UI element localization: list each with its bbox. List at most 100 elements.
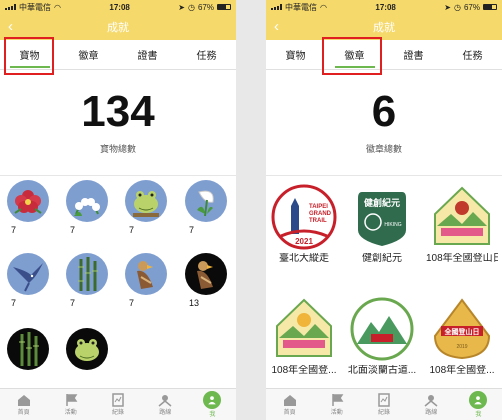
badge-name: 健創紀元: [362, 253, 402, 264]
treasure-item[interactable]: 7: [64, 253, 110, 308]
tab-profile[interactable]: 我: [455, 389, 502, 420]
highlight-box: [322, 37, 382, 75]
calla-lily-icon: [185, 180, 227, 222]
north-face-badge: [349, 296, 415, 362]
tab-events[interactable]: 活動: [47, 389, 94, 420]
status-bar: 中華電信 ◠ 17:08 ➤ ◷ 67%: [0, 0, 236, 14]
tab-events-label: 活動: [330, 410, 343, 416]
treasure-grid: 7 7 7 7 7 7 7 13: [0, 176, 236, 388]
tab-profile-label: 我: [475, 412, 482, 418]
mountain-day-badge: [271, 296, 337, 362]
mountain-day-gold-badge: 全國登山日 2019: [429, 296, 495, 362]
tab-routes[interactable]: 路線: [408, 389, 455, 420]
frog-icon: [125, 180, 167, 222]
tab-events[interactable]: 活動: [313, 389, 360, 420]
tab-events-label: 活動: [64, 410, 77, 416]
tab-profile[interactable]: 我: [189, 389, 236, 420]
page-title: 成就: [373, 22, 395, 34]
tab-records-label: 紀錄: [378, 410, 391, 416]
badge-item[interactable]: 全國登山日 2019 108年全國登...: [426, 296, 498, 378]
treasure-item[interactable]: [64, 328, 110, 373]
treasure-item[interactable]: 7: [123, 180, 169, 235]
tab-records[interactable]: 紀錄: [360, 389, 407, 420]
treasure-item[interactable]: 7: [5, 180, 51, 235]
summary: 134 寶物總數: [0, 70, 236, 176]
badge-grid: TAIPEI GRAND TRAIL 2021 臺北大縱走 健創紀元 HIKING 健創…: [266, 176, 502, 388]
badge-text-title: 健創紀元: [364, 197, 400, 209]
home-icon: [17, 395, 30, 406]
clock: 17:08: [375, 2, 396, 12]
badge-text-grand: GRAND: [309, 211, 332, 217]
signal-icon: [5, 4, 16, 10]
lily-flower-icon: [66, 180, 108, 222]
bird-icon: [7, 253, 49, 295]
screen-treasures: 中華電信 ◠ 17:08 ➤ ◷ 67% ‹ 成就 寶物 徽章 證書 任務 13…: [0, 0, 236, 420]
tab-badges[interactable]: 徽章: [61, 41, 117, 68]
frog-icon: [66, 328, 108, 370]
battery-percent: 67%: [197, 2, 214, 12]
treasure-item[interactable]: [5, 328, 51, 373]
tab-home[interactable]: 首頁: [266, 389, 313, 420]
treasure-count: 7: [189, 225, 195, 235]
treasure-item[interactable]: 7: [183, 180, 229, 235]
badge-item[interactable]: TAIPEI GRAND TRAIL 2021 臺北大縱走: [268, 184, 340, 266]
tab-home[interactable]: 首頁: [0, 389, 47, 420]
treasure-item[interactable]: 7: [64, 180, 110, 235]
status-bar: 中華電信 ◠ 17:08 ➤ ◷ 67%: [266, 0, 502, 14]
tab-missions[interactable]: 任務: [445, 41, 501, 68]
treasure-count: 7: [11, 225, 17, 235]
badge-text-taipei: TAIPEI: [309, 204, 328, 210]
tab-records[interactable]: 紀錄: [94, 389, 141, 420]
battery-percent: 67%: [463, 2, 480, 12]
tab-missions[interactable]: 任務: [179, 41, 235, 68]
signal-icon: [271, 4, 282, 10]
badge-item[interactable]: 健創紀元 HIKING 健創紀元: [346, 184, 418, 266]
badge-text-trail: TRAIL: [309, 218, 327, 224]
back-icon[interactable]: ‹: [274, 18, 279, 35]
hiking-badge: 健創紀元 HIKING: [349, 184, 415, 250]
bamboo-icon: [7, 328, 49, 370]
record-icon: [378, 393, 390, 407]
tab-records-label: 紀錄: [112, 410, 125, 416]
badge-text-hiking: HIKING: [384, 222, 401, 228]
badge-text-title: 全國登山日: [444, 327, 480, 336]
battery-icon: [217, 4, 231, 10]
bottom-tab-bar: 首頁 活動 紀錄 路線 我: [266, 388, 502, 420]
tab-routes-label: 路線: [425, 410, 438, 416]
total-count: 134: [81, 87, 155, 136]
back-icon[interactable]: ‹: [8, 18, 13, 35]
location-icon: ➤: [178, 2, 185, 12]
profile-icon: [203, 391, 222, 409]
tab-home-label: 首頁: [17, 410, 30, 416]
wifi-icon: ◠: [320, 2, 327, 12]
record-icon: [112, 393, 124, 407]
treasure-count: 13: [189, 298, 200, 308]
treasure-count: 7: [129, 298, 135, 308]
tab-certificates[interactable]: 證書: [120, 41, 176, 68]
tab-routes[interactable]: 路線: [142, 389, 189, 420]
mountain-day-badge: [429, 184, 495, 250]
treasure-item[interactable]: 13: [183, 253, 229, 308]
alarm-icon: ◷: [454, 2, 461, 12]
treasure-item[interactable]: 7: [123, 253, 169, 308]
badge-item[interactable]: 108年全國登...: [268, 296, 340, 378]
route-icon: [424, 395, 438, 407]
tab-certificates[interactable]: 證書: [386, 41, 442, 68]
badge-name: 108年全國登...: [271, 365, 337, 376]
badge-name: 北面淡蘭古道...: [347, 365, 417, 376]
treasure-item[interactable]: 7: [5, 253, 51, 308]
tab-home-label: 首頁: [283, 410, 296, 416]
badge-text-year: 2019: [456, 344, 467, 350]
badge-item[interactable]: 北面淡蘭古道...: [346, 296, 418, 378]
home-icon: [283, 395, 296, 406]
badge-item[interactable]: 108年全國登山日-山林...: [426, 184, 498, 266]
total-label: 寶物總數: [99, 144, 136, 154]
treasure-count: 7: [11, 298, 17, 308]
location-icon: ➤: [444, 2, 451, 12]
bottom-tab-bar: 首頁 活動 紀錄 路線 我: [0, 388, 236, 420]
carrier-label: 中華電信: [19, 2, 51, 12]
total-count: 6: [371, 87, 397, 136]
tab-routes-label: 路線: [159, 410, 172, 416]
tab-profile-label: 我: [209, 412, 216, 418]
tab-treasures[interactable]: 寶物: [268, 41, 324, 68]
